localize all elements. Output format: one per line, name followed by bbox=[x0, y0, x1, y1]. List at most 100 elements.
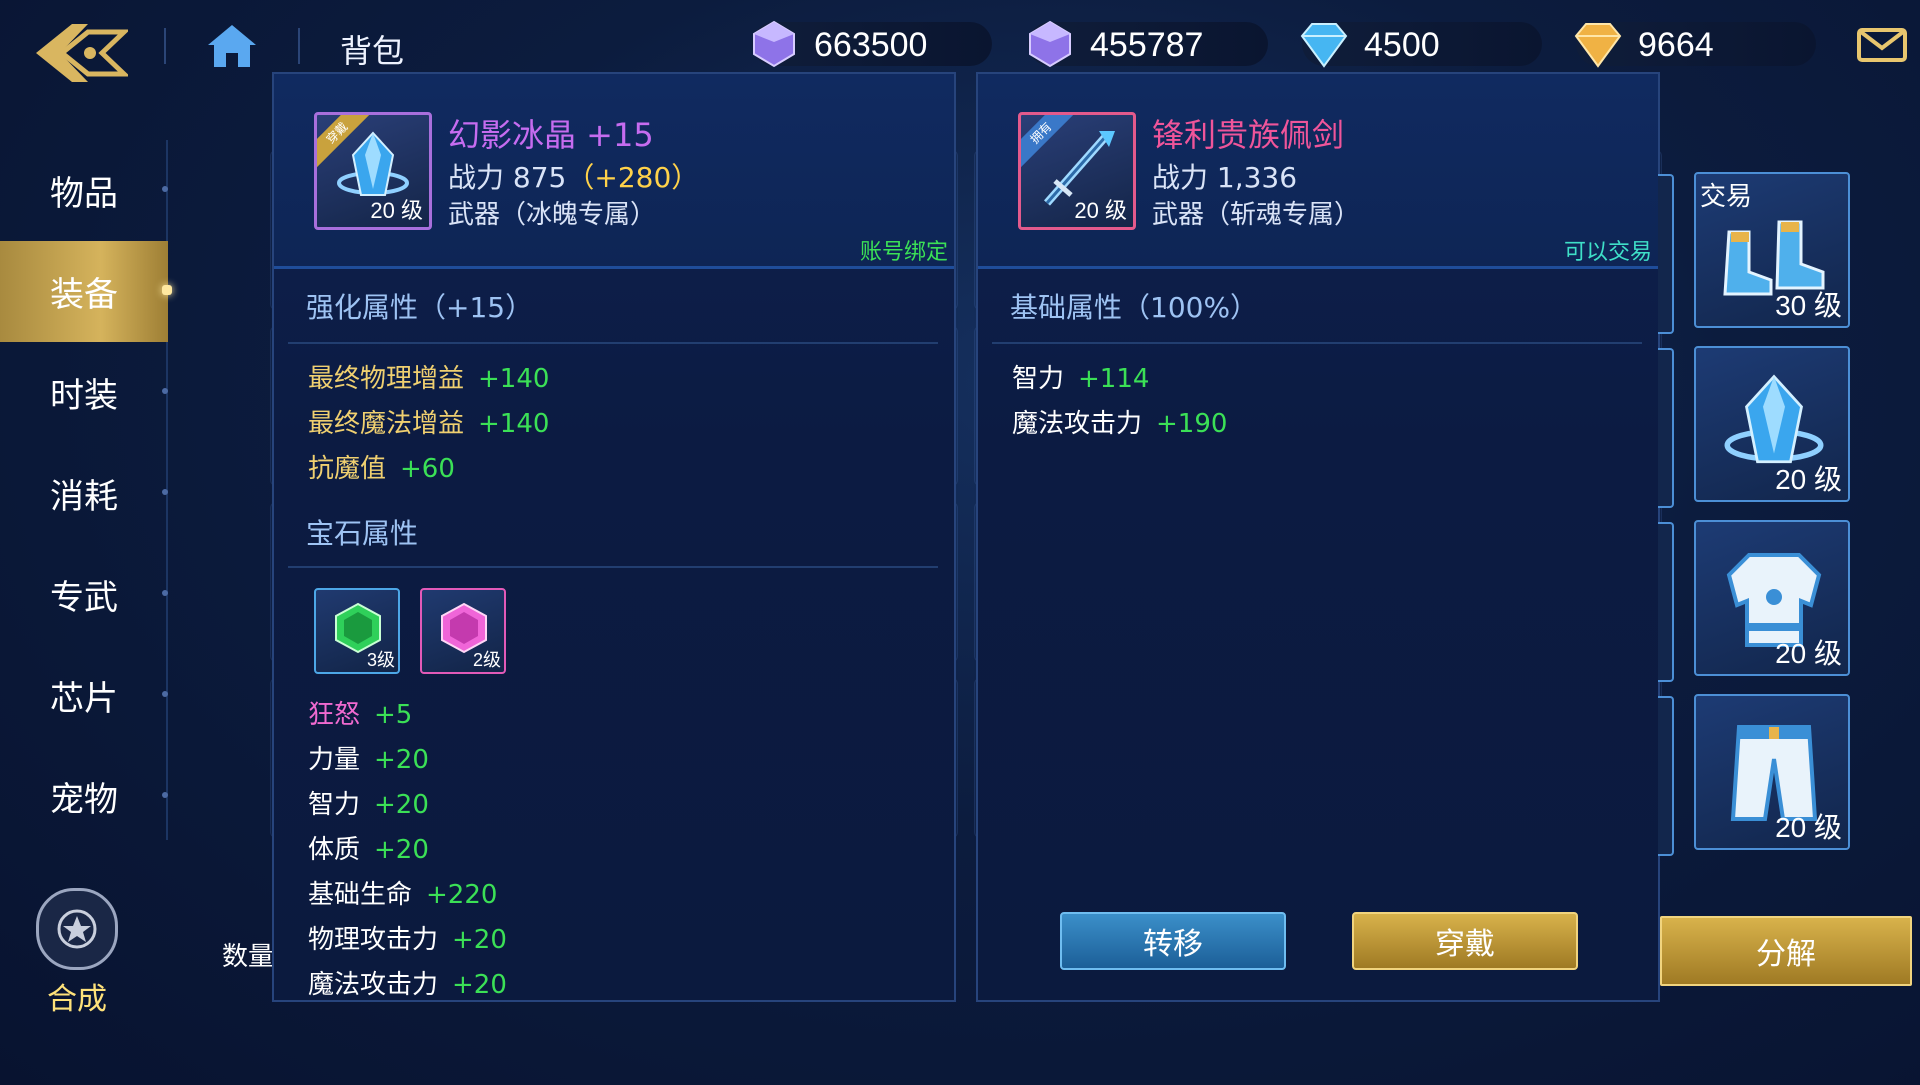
base-attr-title: 基础属性（100%） bbox=[1010, 291, 1259, 324]
sidebar-item-label: 宠物 bbox=[50, 780, 118, 820]
equipment-slot[interactable]: 20 级 bbox=[1694, 346, 1850, 502]
sidebar: 物品 装备 时装 消耗 专武 芯片 宠物 bbox=[0, 140, 172, 847]
slot-level: 20 级 bbox=[1775, 638, 1842, 669]
item-name: 幻影冰晶 +15 bbox=[448, 116, 654, 154]
home-icon[interactable] bbox=[206, 22, 258, 70]
attr-value: +20 bbox=[374, 835, 429, 865]
currency-value: 663500 bbox=[814, 26, 928, 64]
attr-value: +60 bbox=[400, 454, 455, 484]
indicator-dot bbox=[162, 186, 168, 192]
attr-row: 魔法攻击力 +20 bbox=[308, 964, 507, 1001]
slot-edge bbox=[1658, 174, 1674, 334]
sidebar-item-consumables[interactable]: 消耗 bbox=[0, 443, 168, 544]
item-header: 穿戴 20 级 幻影冰晶 +15 战力 875（+280） 武器（冰魄专属） 账… bbox=[274, 74, 954, 269]
equipment-slot[interactable]: 20 级 bbox=[1694, 520, 1850, 676]
attr-name: 体质 bbox=[308, 835, 361, 865]
attr-value: +140 bbox=[478, 409, 550, 439]
bind-tag: 账号绑定 bbox=[859, 240, 948, 265]
attr-name: 魔法攻击力 bbox=[1012, 409, 1143, 439]
attr-value: +140 bbox=[478, 364, 550, 394]
gem-title: 宝石属性 bbox=[306, 517, 419, 550]
indicator-dot bbox=[162, 792, 168, 798]
sidebar-item-equipment[interactable]: 装备 bbox=[0, 241, 172, 342]
indicator-dot bbox=[162, 590, 168, 596]
equipment-slot[interactable]: 20 级 bbox=[1694, 694, 1850, 850]
attr-value: +20 bbox=[452, 970, 507, 1000]
attr-name: 基础生命 bbox=[308, 880, 413, 910]
attr-value: +220 bbox=[426, 880, 498, 910]
trade-tag: 可以交易 bbox=[1563, 240, 1652, 265]
divider bbox=[288, 342, 938, 344]
item-frame[interactable]: 穿戴 20 级 bbox=[314, 112, 432, 230]
divider bbox=[992, 342, 1642, 344]
sidebar-item-pets[interactable]: 宠物 bbox=[0, 746, 168, 847]
back-logo-icon[interactable] bbox=[20, 8, 140, 98]
attr-row: 基础生命 +220 bbox=[308, 874, 497, 911]
attr-row: 智力 +20 bbox=[308, 784, 429, 821]
attr-value: +5 bbox=[374, 700, 413, 730]
sidebar-item-label: 专武 bbox=[50, 578, 118, 618]
attr-row: 抗魔值 +60 bbox=[308, 448, 455, 485]
trade-label: 交易 bbox=[1700, 182, 1753, 212]
currency-crystal[interactable]: 455787 bbox=[1028, 20, 1268, 68]
sidebar-item-fashion[interactable]: 时装 bbox=[0, 342, 168, 443]
currency-blue-diamond[interactable]: 4500 bbox=[1300, 22, 1542, 68]
sidebar-item-label: 装备 bbox=[50, 275, 118, 315]
slot-level: 30 级 bbox=[1775, 290, 1842, 321]
slot-edge bbox=[1658, 522, 1674, 682]
power-value: 战力 875 bbox=[448, 161, 567, 194]
indicator-dot bbox=[162, 388, 168, 394]
attr-value: +20 bbox=[374, 745, 429, 775]
sidebar-item-label: 芯片 bbox=[50, 679, 118, 719]
attr-name: 魔法攻击力 bbox=[308, 970, 439, 1000]
decompose-button[interactable]: 分解 bbox=[1660, 916, 1912, 986]
item-frame[interactable]: 拥有 20 级 bbox=[1018, 112, 1136, 230]
equipment-slot[interactable]: 交易 30 级 bbox=[1694, 172, 1850, 328]
gem-level: 2级 bbox=[472, 650, 501, 670]
gem-slot[interactable]: 3级 bbox=[314, 588, 400, 674]
mail-icon[interactable] bbox=[1856, 24, 1908, 66]
item-name: 锋利贵族佩剑 bbox=[1152, 116, 1345, 154]
attr-row: 魔法攻击力 +190 bbox=[1012, 403, 1227, 440]
indicator-dot bbox=[162, 489, 168, 495]
currency-gold-diamond[interactable]: 9664 bbox=[1574, 22, 1816, 68]
item-level: 20 级 bbox=[1074, 198, 1127, 223]
attr-name: 力量 bbox=[308, 745, 361, 775]
divider bbox=[164, 28, 166, 64]
indicator-dot bbox=[162, 285, 172, 295]
bound-purple-crystal-icon bbox=[746, 16, 802, 72]
synthesize-label: 合成 bbox=[47, 982, 107, 1017]
attr-row: 体质 +20 bbox=[308, 829, 429, 866]
attr-name: 最终物理增益 bbox=[308, 364, 465, 394]
divider bbox=[298, 28, 300, 64]
page-title: 背包 bbox=[340, 32, 405, 70]
sidebar-item-label: 物品 bbox=[50, 174, 118, 214]
transfer-button[interactable]: 转移 bbox=[1060, 912, 1286, 970]
item-type: 武器（斩魂专属） bbox=[1152, 200, 1361, 230]
slot-level: 20 级 bbox=[1775, 812, 1842, 843]
enhance-title: 强化属性（+15） bbox=[306, 291, 534, 324]
power-bonus: （+280） bbox=[566, 161, 700, 194]
attr-name: 物理攻击力 bbox=[308, 925, 439, 955]
attr-row: 狂怒 +5 bbox=[308, 694, 412, 731]
sidebar-item-chips[interactable]: 芯片 bbox=[0, 645, 168, 746]
slot-level: 20 级 bbox=[1775, 464, 1842, 495]
sidebar-item-exclusive-weapons[interactable]: 专武 bbox=[0, 544, 168, 645]
item-type: 武器（冰魄专属） bbox=[448, 200, 657, 230]
synthesize-button[interactable]: 合成 bbox=[36, 888, 118, 1018]
item-power: 战力 1,336 bbox=[1152, 161, 1298, 194]
attr-row: 物理攻击力 +20 bbox=[308, 919, 507, 956]
sidebar-item-items[interactable]: 物品 bbox=[0, 140, 168, 241]
equipped-item-panel: 穿戴 20 级 幻影冰晶 +15 战力 875（+280） 武器（冰魄专属） 账… bbox=[272, 72, 956, 1002]
attr-row: 最终物理增益 +140 bbox=[308, 358, 549, 395]
blue-diamond-icon bbox=[1296, 16, 1352, 72]
currency-value: 9664 bbox=[1638, 26, 1714, 64]
gem-level: 3级 bbox=[366, 650, 395, 670]
currency-bound-crystal[interactable]: 663500 bbox=[752, 20, 992, 68]
attr-row: 力量 +20 bbox=[308, 739, 429, 776]
attr-name: 智力 bbox=[1012, 364, 1065, 394]
equip-button[interactable]: 穿戴 bbox=[1352, 912, 1578, 970]
attr-name: 最终魔法增益 bbox=[308, 409, 465, 439]
quantity-label: 数量 bbox=[222, 942, 275, 972]
gem-slot[interactable]: 2级 bbox=[420, 588, 506, 674]
